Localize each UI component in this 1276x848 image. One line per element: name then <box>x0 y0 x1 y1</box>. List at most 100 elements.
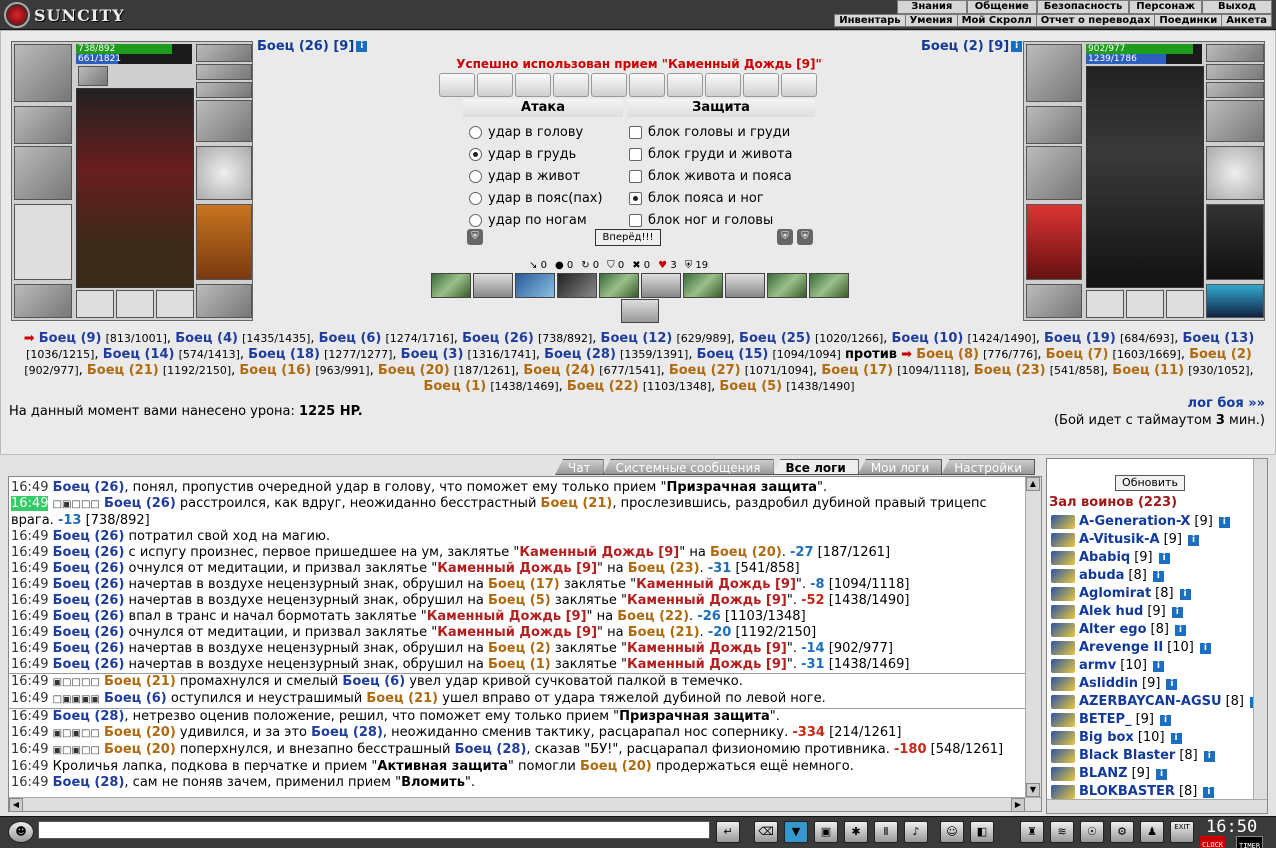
info-icon[interactable]: i <box>1179 588 1191 600</box>
user-item[interactable]: BLANZ [9] i <box>1051 765 1261 783</box>
attack-option[interactable]: удар в грудь <box>469 143 576 165</box>
info-icon[interactable]: i <box>1152 660 1164 672</box>
fighter-link[interactable]: Боец (19) <box>1044 331 1116 346</box>
defense-option[interactable]: блок головы и груди <box>629 121 790 143</box>
scroll-down-icon[interactable]: ▼ <box>1026 783 1040 797</box>
user-name[interactable]: Arevenge II <box>1079 639 1163 657</box>
nav-security[interactable]: Безопасность <box>1036 0 1130 14</box>
user-name[interactable]: Big box <box>1079 729 1134 747</box>
user-name[interactable]: Ababiq <box>1079 549 1130 567</box>
battle-log-link[interactable]: лог боя »» <box>1188 396 1265 411</box>
shield-left-icon[interactable]: ⛨ <box>777 229 793 245</box>
fighter-link[interactable]: Боец (17) <box>821 363 893 378</box>
ring2-slot-icon[interactable] <box>196 82 252 98</box>
user-name[interactable]: Alek hud <box>1079 603 1143 621</box>
rune-slot-2-icon[interactable] <box>1126 290 1164 318</box>
skill-icon[interactable] <box>599 273 639 298</box>
fighter-link[interactable]: Боец (24) <box>523 363 595 378</box>
rune-slot-3-icon[interactable] <box>156 290 194 318</box>
weapon-slot-icon[interactable] <box>14 146 72 200</box>
fighter-link[interactable]: Боец (11) <box>1112 363 1184 378</box>
info-icon[interactable]: i <box>1152 570 1164 582</box>
fighter-link[interactable]: Боец (20) <box>378 363 450 378</box>
tab-my-logs[interactable]: Мои логи <box>857 459 943 475</box>
fighter-link[interactable]: Боец (10) <box>892 331 964 346</box>
settings-icon[interactable]: ⚙ <box>1110 821 1134 843</box>
capture-icon[interactable]: ◧ <box>970 821 994 843</box>
subnav-inventory[interactable]: Инвентарь <box>835 15 906 26</box>
radio-icon[interactable] <box>469 125 482 139</box>
left-avatar[interactable] <box>76 88 194 288</box>
belt-slot-icon[interactable] <box>1026 284 1082 318</box>
user-name[interactable]: BLANZ <box>1079 765 1128 783</box>
defense-option[interactable]: блок груди и живота <box>629 143 793 165</box>
fighter-link[interactable]: Боец (4) <box>175 331 238 346</box>
fighter-link[interactable]: Боец (5) <box>719 379 782 394</box>
music-icon[interactable]: ♪ <box>904 821 928 843</box>
user-name[interactable]: AZERBAYCAN-AGSU <box>1079 693 1222 711</box>
scroll-up-icon[interactable]: ▲ <box>1026 477 1040 491</box>
fighter-link[interactable]: Боец (7) <box>1046 347 1109 362</box>
rune-slot-1-icon[interactable] <box>1086 290 1124 318</box>
fighter-link[interactable]: Боец (1) <box>423 379 486 394</box>
right-player-name[interactable]: Боец (2) [9] i <box>921 39 1023 54</box>
subnav-skills[interactable]: Умения <box>906 15 958 26</box>
info-icon[interactable]: i <box>1158 552 1170 564</box>
subnav-duels[interactable]: Поединки <box>1155 15 1223 26</box>
scroll-slot-icon[interactable] <box>515 73 551 97</box>
scroll-slot-icon[interactable] <box>629 73 665 97</box>
fighter-link[interactable]: Боец (28) <box>544 347 616 362</box>
skill-icon[interactable] <box>641 273 681 298</box>
skill-icon[interactable] <box>473 273 513 298</box>
send-icon[interactable]: ↵ <box>716 821 740 843</box>
boots-slot-icon[interactable] <box>196 284 252 318</box>
weapon-slot-icon[interactable] <box>1026 146 1082 200</box>
info-icon[interactable]: i <box>1188 534 1199 546</box>
nav-communication[interactable]: Общение <box>966 0 1037 14</box>
log-vertical-scrollbar[interactable]: ▲ ▼ <box>1025 477 1041 811</box>
tab-all-logs[interactable]: Все логи <box>772 459 859 475</box>
chat-input[interactable] <box>38 821 710 839</box>
user-item[interactable]: Black Blaster [8] i <box>1051 747 1261 765</box>
friends-icon[interactable]: ♟ <box>1140 821 1164 843</box>
user-name[interactable]: Aglomirat <box>1079 585 1151 603</box>
attack-option[interactable]: удар по ногам <box>469 209 587 231</box>
radio-icon[interactable] <box>469 147 482 161</box>
user-name[interactable]: Alter ego <box>1079 621 1147 639</box>
fighter-link[interactable]: Боец (2) <box>1189 347 1252 362</box>
rune-slot-2-icon[interactable] <box>116 290 154 318</box>
user-item[interactable]: Big box [10] i <box>1051 729 1261 747</box>
ring2-slot-icon[interactable] <box>1206 82 1264 98</box>
scroll-slot-icon[interactable] <box>591 73 627 97</box>
skill-icon[interactable] <box>431 273 471 298</box>
fighter-icon[interactable]: ✱ <box>844 821 868 843</box>
user-name[interactable]: BETEP_ <box>1079 711 1132 729</box>
defense-option[interactable]: блок пояса и ног <box>629 187 764 209</box>
translit-icon[interactable]: Ⅱ <box>874 821 898 843</box>
fighter-link[interactable]: Боец (25) <box>739 331 811 346</box>
scroll-right-icon[interactable]: ▶ <box>1011 798 1025 811</box>
fighter-link[interactable]: Боец (18) <box>248 347 320 362</box>
info-icon[interactable]: i <box>1166 678 1178 690</box>
smiley-face-icon[interactable]: ☻ <box>8 821 34 843</box>
user-item[interactable]: BETEP_ [9] i <box>1051 711 1261 729</box>
fighter-link[interactable]: Боец (27) <box>669 363 741 378</box>
scroll-slot-icon[interactable] <box>743 73 779 97</box>
fighter-link[interactable]: Боец (26) <box>462 331 534 346</box>
subnav-my-scroll[interactable]: Мой Скролл <box>958 15 1037 26</box>
quest-icon[interactable]: ☉ <box>1080 821 1104 843</box>
shield-right-icon[interactable]: ⛨ <box>797 229 813 245</box>
eraser-icon[interactable]: ⌫ <box>754 821 778 843</box>
user-name[interactable]: A-Vitusik-A <box>1079 531 1160 549</box>
tab-system[interactable]: Системные сообщения <box>602 459 774 475</box>
armor-slot-icon[interactable] <box>14 204 72 280</box>
log-horizontal-scrollbar[interactable]: ◀ ▶ <box>9 797 1041 811</box>
user-item[interactable]: A-Vitusik-A [9] i <box>1051 531 1261 549</box>
fighter-link[interactable]: Боец (15) <box>697 347 769 362</box>
user-item[interactable]: Alter ego [8] i <box>1051 621 1261 639</box>
attack-option[interactable]: удар в живот <box>469 165 580 187</box>
user-item[interactable]: Asliddin [9] i <box>1051 675 1261 693</box>
belt-slot-icon[interactable] <box>14 284 72 318</box>
inventory-icon[interactable]: ♜ <box>1020 821 1044 843</box>
checkbox-icon[interactable] <box>629 169 642 183</box>
